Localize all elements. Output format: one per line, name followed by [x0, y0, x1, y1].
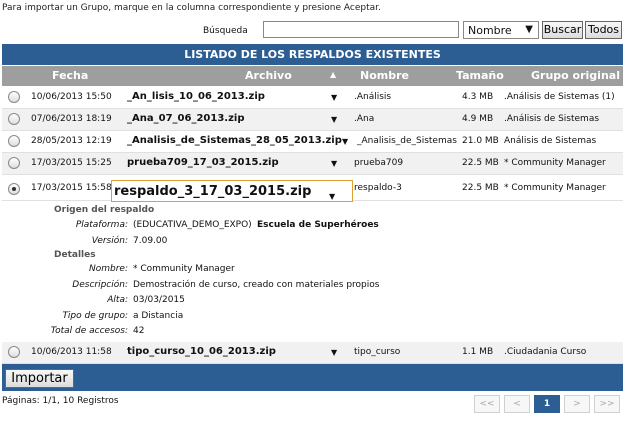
- row-grupo: * Community Manager: [504, 183, 606, 193]
- descripcion-label: Descripción:: [72, 280, 128, 290]
- row-fecha: 07/06/2013 18:19: [31, 114, 112, 124]
- table-row[interactable]: 28/05/2013 12:19 _Analisis_de_Sistemas_2…: [2, 131, 623, 153]
- row-fecha: 17/03/2015 15:25: [31, 158, 112, 168]
- row-radio[interactable]: [8, 183, 20, 195]
- action-bar: [2, 364, 623, 391]
- tipo-label: Tipo de grupo:: [62, 311, 128, 321]
- row-tamano: 22.5 MB: [462, 183, 499, 193]
- detalles-title: Detalles: [54, 250, 96, 260]
- row-tamano: 4.3 MB: [462, 92, 494, 102]
- table-title: LISTADO DE LOS RESPALDOS EXISTENTES: [2, 44, 623, 65]
- last-page-button[interactable]: >>: [594, 395, 620, 413]
- descripcion-value: Demostración de curso, creado con materi…: [133, 280, 380, 290]
- alta-label: Alta:: [107, 295, 128, 305]
- row-radio[interactable]: [8, 113, 20, 125]
- first-page-button[interactable]: <<: [474, 395, 500, 413]
- dropdown-arrow-icon: ▼: [525, 24, 533, 35]
- row-archivo: _Ana_07_06_2013.zip: [127, 113, 245, 124]
- row-grupo: .Análisis de Sistemas (1): [504, 92, 615, 102]
- importar-button[interactable]: Importar: [5, 369, 74, 388]
- row-tamano: 4.9 MB: [462, 114, 494, 124]
- row-nombre: _Analisis_de_Sistemas: [357, 136, 457, 146]
- row-tamano: 22.5 MB: [462, 158, 499, 168]
- alta-value: 03/03/2015: [133, 295, 185, 305]
- row-radio[interactable]: [8, 135, 20, 147]
- row-nombre: tipo_curso: [354, 347, 401, 357]
- row-tamano: 21.0 MB: [462, 136, 499, 146]
- expand-caret-icon[interactable]: ▼: [331, 93, 337, 102]
- current-page-button[interactable]: 1: [534, 395, 560, 413]
- tipo-value: a Distancia: [133, 311, 184, 321]
- row-grupo: .Ciudadania Curso: [504, 347, 587, 357]
- pagination-summary: Páginas: 1/1, 10 Registros: [2, 396, 119, 406]
- nombre-label: Nombre:: [89, 264, 128, 274]
- expand-caret-icon[interactable]: ▼: [329, 192, 335, 201]
- sort-asc-icon[interactable]: ▲: [330, 70, 336, 79]
- header-fecha[interactable]: Fecha: [52, 69, 88, 82]
- selected-archivo-field[interactable]: respaldo_3_17_03_2015.zip: [111, 180, 353, 202]
- expand-caret-icon[interactable]: ▼: [331, 115, 337, 124]
- row-archivo: _Analisis_de_Sistemas_28_05_2013.zip: [127, 135, 342, 146]
- detail-panel: Origen del respaldo Plataforma: (EDUCATI…: [2, 203, 623, 343]
- prev-page-button[interactable]: <: [504, 395, 530, 413]
- table-row[interactable]: 07/06/2013 18:19 _Ana_07_06_2013.zip ▼ .…: [2, 109, 623, 131]
- row-grupo: * Community Manager: [504, 158, 606, 168]
- header-nombre[interactable]: Nombre: [360, 69, 409, 82]
- next-page-button[interactable]: >: [564, 395, 590, 413]
- header-archivo[interactable]: Archivo: [245, 69, 292, 82]
- todos-button[interactable]: Todos: [585, 21, 622, 39]
- version-value: 7.09.00: [133, 236, 168, 246]
- row-nombre: respaldo-3: [354, 183, 402, 193]
- accesos-label: Total de accesos:: [50, 326, 128, 336]
- row-archivo: _An_lisis_10_06_2013.zip: [127, 91, 265, 102]
- row-tamano: 1.1 MB: [462, 347, 494, 357]
- row-grupo: Análisis de Sistemas: [504, 136, 597, 146]
- expand-caret-icon[interactable]: ▼: [342, 137, 348, 146]
- row-grupo: .Análisis de Sistemas: [504, 114, 600, 124]
- instruction-text: Para importar un Grupo, marque en la col…: [2, 3, 381, 13]
- row-archivo: prueba709_17_03_2015.zip: [127, 157, 279, 168]
- row-radio[interactable]: [8, 91, 20, 103]
- row-archivo: tipo_curso_10_06_2013.zip: [127, 346, 276, 357]
- search-field-select[interactable]: Nombre ▼: [463, 21, 539, 39]
- row-nombre: .Análisis: [354, 92, 392, 102]
- row-fecha: 10/06/2013 15:50: [31, 92, 112, 102]
- table-row[interactable]: 10/06/2013 11:58 tipo_curso_10_06_2013.z…: [2, 342, 623, 364]
- header-tamano[interactable]: Tamaño: [456, 69, 504, 82]
- accesos-value: 42: [133, 326, 145, 336]
- origen-title: Origen del respaldo: [54, 205, 155, 215]
- plataforma-code: (EDUCATIVA_DEMO_EXPO): [133, 220, 252, 230]
- search-field-value: Nombre: [468, 24, 512, 37]
- row-radio[interactable]: [8, 157, 20, 169]
- search-label: Búsqueda: [203, 26, 248, 36]
- header-grupo[interactable]: Grupo original: [531, 69, 620, 82]
- row-nombre: prueba709: [354, 158, 404, 168]
- expand-caret-icon[interactable]: ▼: [331, 348, 337, 357]
- table-header-row: Fecha Archivo ▲ Nombre Tamaño Grupo orig…: [2, 66, 623, 86]
- table-row[interactable]: 17/03/2015 15:25 prueba709_17_03_2015.zi…: [2, 153, 623, 175]
- row-fecha: 10/06/2013 11:58: [31, 347, 112, 357]
- buscar-button[interactable]: Buscar: [542, 21, 583, 39]
- row-radio[interactable]: [8, 346, 20, 358]
- search-input[interactable]: [263, 21, 459, 38]
- expand-caret-icon[interactable]: ▼: [331, 159, 337, 168]
- row-nombre: .Ana: [354, 114, 375, 124]
- row-fecha: 17/03/2015 15:58: [31, 183, 112, 193]
- plataforma-label: Plataforma:: [75, 220, 128, 230]
- table-row[interactable]: 10/06/2013 15:50 _An_lisis_10_06_2013.zi…: [2, 87, 623, 109]
- row-fecha: 28/05/2013 12:19: [31, 136, 112, 146]
- plataforma-name: Escuela de Superhéroes: [257, 220, 379, 230]
- nombre-value: * Community Manager: [133, 264, 235, 274]
- version-label: Versión:: [91, 236, 128, 246]
